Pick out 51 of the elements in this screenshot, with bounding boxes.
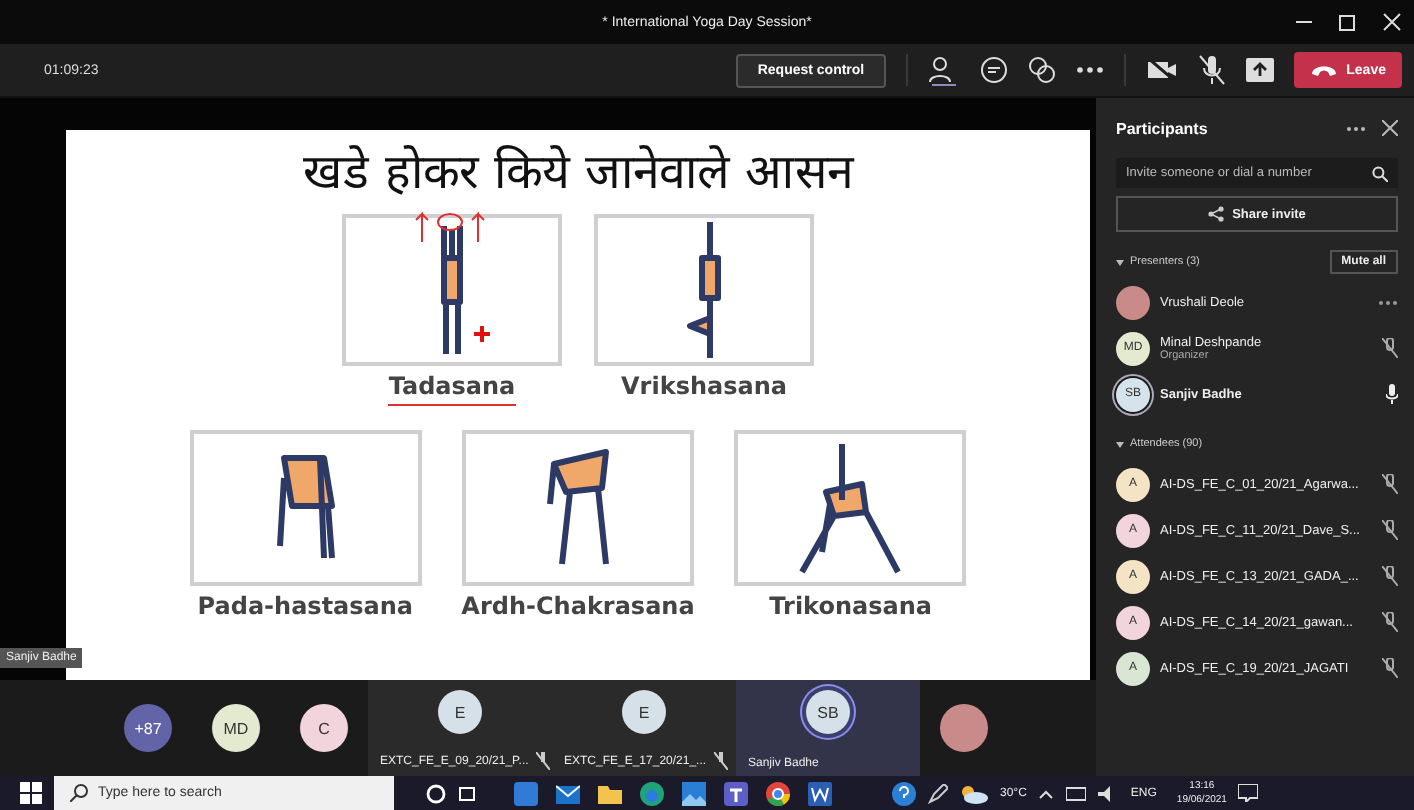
pen-icon[interactable] xyxy=(928,783,948,803)
laser-pointer-icon xyxy=(474,326,490,342)
yoga-pose-drawing xyxy=(686,218,722,362)
participant-avatar: E xyxy=(622,690,666,734)
pose-name: Vrikshasana xyxy=(621,372,787,404)
word-icon[interactable] xyxy=(808,781,832,805)
help-icon[interactable] xyxy=(892,781,916,805)
more-icon[interactable] xyxy=(1346,125,1366,131)
participant-avatar: E xyxy=(438,690,482,734)
app-icon[interactable] xyxy=(514,781,538,805)
participant-avatar[interactable]: +87 xyxy=(124,704,172,752)
mail-icon[interactable] xyxy=(556,781,580,805)
restore-icon[interactable] xyxy=(1338,12,1358,32)
notifications-icon[interactable] xyxy=(1238,784,1259,802)
more-icon[interactable] xyxy=(1076,66,1105,74)
collapse-caret-icon[interactable] xyxy=(1116,441,1124,447)
task-view-icon[interactable] xyxy=(458,783,478,803)
yoga-pose-drawing xyxy=(440,222,464,358)
close-icon[interactable] xyxy=(1382,12,1402,32)
phone-icon xyxy=(1310,62,1339,78)
camera-off-icon[interactable] xyxy=(1146,58,1179,82)
pose-name: Ardh-Chakrasana xyxy=(461,592,695,624)
chat-icon[interactable] xyxy=(980,56,1009,84)
pose-name: Trikonasana xyxy=(769,592,932,624)
photos-icon[interactable] xyxy=(682,781,706,805)
pose-name: Pada-hastasana xyxy=(197,592,414,624)
participant-avatar[interactable]: C xyxy=(300,704,348,752)
photo-placeholder[interactable] xyxy=(940,704,988,752)
yoga-pose-drawing xyxy=(798,440,903,576)
network-icon[interactable] xyxy=(1066,785,1087,801)
search-icon xyxy=(1372,166,1388,182)
folder-icon[interactable] xyxy=(598,781,622,805)
mic-off-icon[interactable] xyxy=(1198,54,1227,86)
chrome-icon[interactable] xyxy=(766,781,790,805)
pose-name: Tadasana xyxy=(388,372,516,406)
slide-title: खडे होकर किये जानेवाले आसन xyxy=(303,142,853,202)
participant-avatar[interactable]: MD xyxy=(212,704,260,752)
people-icon[interactable] xyxy=(928,54,961,86)
weather-cloud-icon[interactable] xyxy=(960,783,988,803)
share-icon xyxy=(1208,206,1225,222)
share-screen-icon[interactable] xyxy=(1246,58,1275,82)
search-icon xyxy=(70,784,88,802)
collapse-caret-icon[interactable] xyxy=(1116,259,1124,265)
chevron-up-icon[interactable] xyxy=(1038,787,1055,799)
close-icon[interactable] xyxy=(1382,120,1398,136)
windows-start-icon[interactable] xyxy=(20,782,42,804)
yoga-pose-drawing xyxy=(546,448,610,568)
more-icon[interactable] xyxy=(1378,299,1398,305)
panel-title: Participants xyxy=(1116,119,1208,137)
yoga-pose-drawing xyxy=(275,454,336,562)
participant-avatar: SB xyxy=(806,690,850,734)
